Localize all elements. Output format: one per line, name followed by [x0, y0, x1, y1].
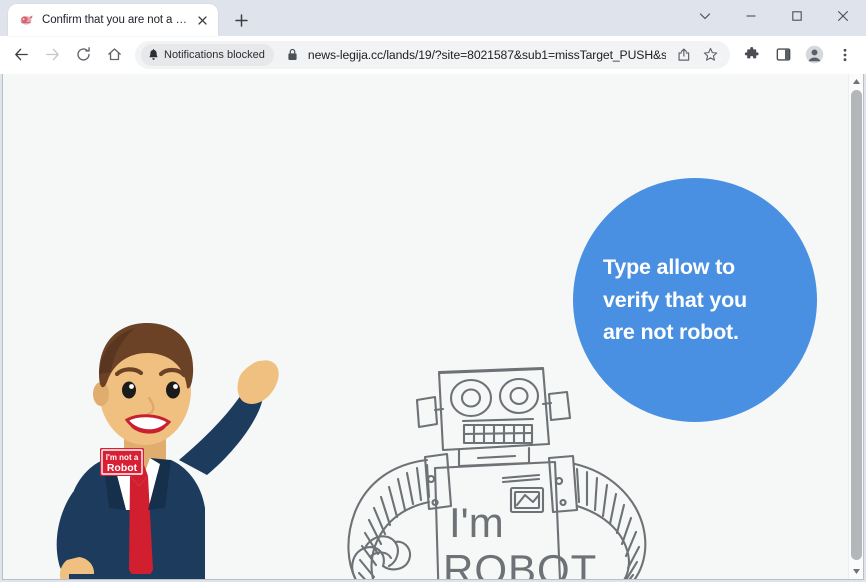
new-tab-button[interactable] [227, 6, 255, 34]
robot-torso-line-2: ROBOT [443, 546, 597, 579]
puzzle-icon [744, 46, 759, 58]
reload-button[interactable] [69, 41, 97, 69]
scroll-up-arrow[interactable] [849, 74, 863, 89]
callout-line-3: are not robot. [603, 320, 739, 345]
minimize-button[interactable] [728, 0, 774, 32]
home-button[interactable] [100, 41, 128, 69]
forward-button[interactable] [38, 41, 66, 69]
page-scrollbar[interactable] [848, 74, 863, 579]
verification-callout: Type allow to verify that you are not ro… [573, 178, 817, 422]
badge-line-2: Robot [107, 462, 138, 474]
back-button[interactable] [7, 41, 35, 69]
notifications-chip-label: Notifications blocked [164, 48, 265, 61]
callout-text: Type allow to verify that you are not ro… [595, 251, 795, 349]
bell-blocked-icon [149, 48, 158, 60]
browser-toolbar: Notifications blocked news-legija.cc/lan… [0, 36, 866, 74]
robot-torso-line-1: I'm [449, 499, 504, 546]
chevron-down-icon [699, 13, 711, 20]
omnibox-actions [672, 43, 722, 67]
lock-icon[interactable] [284, 46, 302, 64]
callout-line-1: Type allow to [603, 254, 735, 279]
browser-tab[interactable]: Confirm that you are not a robot [8, 4, 218, 36]
home-icon [107, 48, 121, 61]
badge-line-1: I'm not a [106, 453, 139, 462]
cartoon-businessman-waving: I'm not a Robot [56, 322, 279, 579]
close-tab-icon[interactable] [194, 12, 210, 28]
tab-title: Confirm that you are not a robot [42, 14, 187, 26]
share-icon[interactable] [672, 43, 696, 67]
scrollbar-thumb[interactable] [851, 90, 862, 560]
three-dot-menu-button[interactable] [831, 41, 859, 69]
scroll-down-arrow[interactable] [849, 564, 863, 579]
page-viewport: I'm not a Robot I'm ROBOT Type allow to … [2, 74, 864, 580]
tab-strip: Confirm that you are not a robot [0, 0, 866, 36]
maximize-button[interactable] [774, 0, 820, 32]
star-icon[interactable] [698, 43, 722, 67]
minimize-icon [746, 15, 756, 17]
address-bar[interactable]: Notifications blocked news-legija.cc/lan… [135, 40, 730, 69]
window-controls [682, 0, 866, 32]
maximize-icon [792, 11, 802, 21]
extensions-button[interactable] [738, 41, 766, 69]
url-text: news-legija.cc/lands/19/?site=8021587&su… [307, 47, 666, 62]
reload-icon [76, 47, 90, 61]
close-icon [838, 11, 848, 21]
tab-search-button[interactable] [682, 0, 728, 32]
plus-icon [234, 13, 248, 27]
arrow-left-icon [14, 48, 28, 61]
side-panel-button[interactable] [769, 41, 797, 69]
side-panel-icon [776, 48, 790, 61]
profile-avatar[interactable] [800, 41, 828, 69]
close-window-button[interactable] [820, 0, 866, 32]
browser-window: Confirm that you are not a robot Notific… [0, 0, 866, 582]
web-page-content: I'm not a Robot I'm ROBOT Type allow to … [3, 74, 848, 579]
callout-line-2: verify that you [603, 287, 747, 312]
three-dot-menu-icon [843, 48, 847, 61]
arrow-right-icon [45, 48, 59, 61]
site-favicon [19, 12, 35, 28]
notifications-blocked-chip[interactable]: Notifications blocked [141, 43, 274, 66]
